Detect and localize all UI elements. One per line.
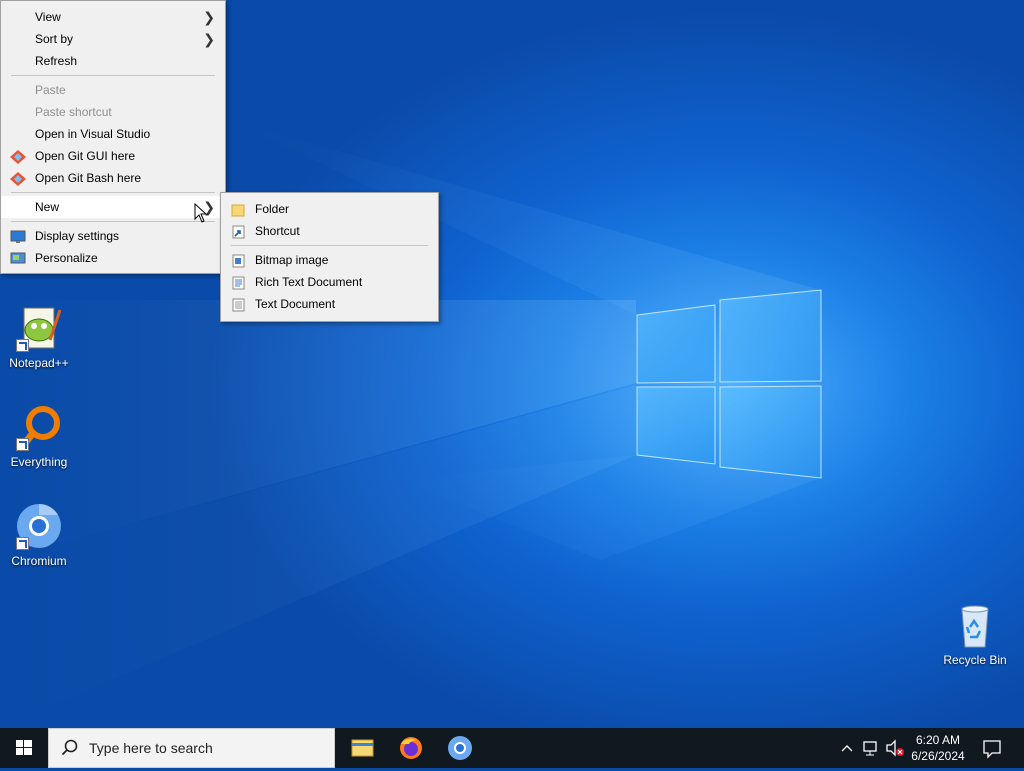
rtf-document-icon [230, 275, 246, 290]
desktop-icon-label: Everything [10, 455, 68, 469]
display-icon [10, 229, 26, 243]
shortcut-icon [230, 224, 246, 239]
submenu-item-label: Rich Text Document [255, 275, 363, 289]
firefox-icon [400, 737, 422, 759]
menu-item-view[interactable]: View ❯ [1, 6, 225, 28]
submenu-item-rich-text-document[interactable]: Rich Text Document [221, 271, 438, 293]
git-icon [10, 149, 26, 164]
menu-item-open-git-gui[interactable]: Open Git GUI here [1, 145, 225, 167]
folder-icon [230, 202, 246, 217]
menu-item-open-in-visual-studio[interactable]: Open in Visual Studio [1, 123, 225, 145]
submenu-item-label: Folder [255, 202, 290, 216]
submenu-item-folder[interactable]: Folder [221, 198, 438, 220]
menu-item-label: Personalize [35, 251, 98, 265]
windows-logo-icon [16, 740, 32, 755]
submenu-item-label: Bitmap image [255, 253, 329, 267]
menu-item-label: Display settings [35, 229, 120, 243]
menu-item-label: Open Git Bash here [35, 171, 142, 185]
menu-item-new[interactable]: New ❯ [1, 196, 225, 218]
chevron-right-icon: ❯ [203, 31, 215, 47]
menu-separator [231, 245, 428, 246]
bitmap-icon [230, 253, 246, 268]
shortcut-arrow-icon [16, 537, 29, 550]
clock-date: 6/26/2024 [911, 749, 965, 763]
submenu-item-text-document[interactable]: Text Document [221, 293, 438, 315]
desktop-icon-everything[interactable]: Everything [1, 403, 77, 469]
shortcut-arrow-icon [16, 339, 29, 352]
menu-item-label: New [35, 200, 60, 214]
taskbar: Type here to search 6:20 AM 6/26/2024 [0, 728, 1024, 768]
desktop-icon-label: Chromium [11, 554, 67, 568]
menu-item-display-settings[interactable]: Display settings [1, 225, 225, 247]
menu-item-personalize[interactable]: Personalize [1, 247, 225, 269]
notification-icon [983, 740, 1001, 759]
text-document-icon [230, 297, 246, 312]
taskbar-clock[interactable]: 6:20 AM 6/26/2024 [900, 732, 976, 764]
shortcut-arrow-icon [16, 438, 29, 451]
clock-time: 6:20 AM [915, 733, 961, 747]
menu-item-label: Sort by [35, 32, 74, 46]
tray-chevron-up-icon[interactable] [838, 728, 856, 768]
menu-item-label: Open in Visual Studio [35, 127, 151, 141]
desktop-icon-notepad-plus-plus[interactable]: Notepad++ [1, 304, 77, 370]
chromium-icon [448, 736, 472, 760]
chevron-right-icon: ❯ [203, 9, 215, 25]
menu-item-refresh[interactable]: Refresh [1, 50, 225, 72]
file-explorer-icon [351, 739, 374, 757]
menu-item-label: View [35, 10, 61, 24]
taskbar-firefox[interactable] [387, 728, 435, 768]
network-icon[interactable] [860, 728, 882, 768]
menu-item-label: Open Git GUI here [35, 149, 136, 163]
menu-item-label: Paste [35, 83, 66, 97]
desktop-icon-label: Recycle Bin [943, 653, 1007, 667]
submenu-item-shortcut[interactable]: Shortcut [221, 220, 438, 242]
git-icon [10, 171, 26, 186]
taskbar-search-box[interactable]: Type here to search [48, 728, 335, 768]
menu-separator [11, 75, 215, 76]
menu-item-paste[interactable]: Paste [1, 79, 225, 101]
everything-search-icon [14, 403, 64, 453]
menu-separator [11, 192, 215, 193]
menu-item-sort-by[interactable]: Sort by ❯ [1, 28, 225, 50]
action-center-button[interactable] [980, 728, 1004, 768]
search-placeholder: Type here to search [89, 740, 213, 756]
menu-item-open-git-bash[interactable]: Open Git Bash here [1, 167, 225, 189]
taskbar-file-explorer[interactable] [338, 728, 386, 768]
start-button[interactable] [0, 728, 48, 768]
desktop-icon-label: Notepad++ [9, 356, 69, 370]
search-icon [61, 739, 79, 760]
menu-separator [11, 221, 215, 222]
personalize-icon [10, 251, 26, 265]
menu-item-label: Paste shortcut [35, 105, 112, 119]
desktop-context-menu: View ❯ Sort by ❯ Refresh Paste Paste sho… [0, 0, 226, 274]
menu-item-paste-shortcut[interactable]: Paste shortcut [1, 101, 225, 123]
chromium-icon [14, 502, 64, 552]
desktop-icon-recycle-bin[interactable]: Recycle Bin [937, 601, 1013, 667]
taskbar-chromium[interactable] [436, 728, 484, 768]
notepad-plus-plus-icon [14, 304, 64, 354]
recycle-bin-icon [950, 601, 1000, 651]
submenu-item-bitmap-image[interactable]: Bitmap image [221, 249, 438, 271]
new-submenu: Folder Shortcut Bitmap image Rich Text D… [220, 192, 439, 322]
desktop-icon-chromium[interactable]: Chromium [1, 502, 77, 568]
menu-item-label: Refresh [35, 54, 78, 68]
submenu-item-label: Shortcut [255, 224, 300, 238]
mouse-cursor-icon [194, 202, 208, 226]
submenu-item-label: Text Document [255, 297, 336, 311]
